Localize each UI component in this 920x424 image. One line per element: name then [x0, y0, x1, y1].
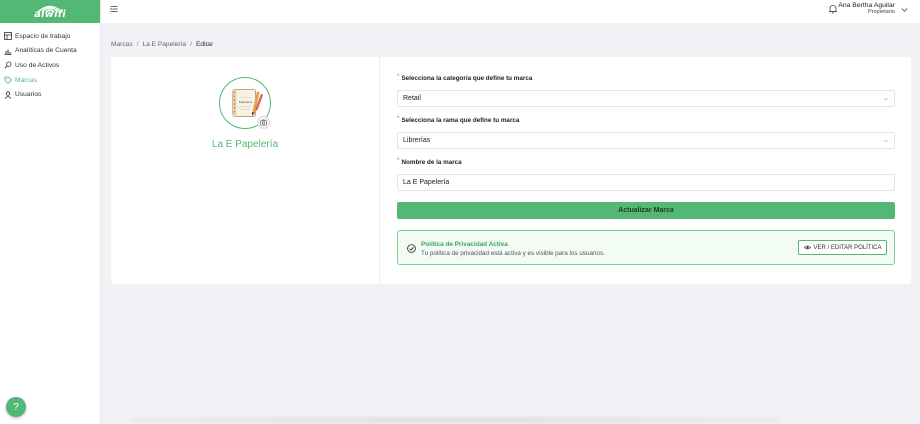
- branch-label: * Selecciona la rama que define tu marca: [397, 115, 520, 124]
- privacy-description: Tu política de privacidad está activa y …: [421, 250, 605, 257]
- user-name: Ana Bertha Aguilar: [838, 2, 895, 9]
- sidebar: aiwifi Espacio de trabajo Analíticas de …: [0, 0, 101, 424]
- privacy-title: Política de Privacidad Activa: [421, 241, 508, 248]
- sidebar-item-label: Analíticas de Cuenta: [15, 47, 77, 55]
- sidebar-item-label: Usuarios: [15, 91, 42, 99]
- branch-label-text: Selecciona la rama que define tu marca: [401, 117, 520, 124]
- card-divider: [379, 57, 380, 284]
- brand-name-input[interactable]: La E Papelería: [397, 174, 895, 191]
- user-role: Propietario: [867, 9, 895, 16]
- chevron-down-icon: [883, 97, 889, 101]
- bar-chart-icon: [3, 46, 12, 55]
- sidebar-nav: Espacio de trabajo Analíticas de Cuenta …: [0, 23, 100, 102]
- view-edit-policy-label: VER / EDITAR POLÍTICA: [813, 244, 882, 251]
- chevron-down-icon: [883, 139, 889, 143]
- brand-name-label-text: Nombre de la marca: [401, 159, 462, 166]
- brand-name-label: * Nombre de la marca: [397, 157, 462, 166]
- branch-select-value: Librerías: [403, 137, 431, 144]
- eye-icon: [803, 245, 811, 250]
- breadcrumb-separator: /: [190, 41, 192, 48]
- breadcrumb: Marcas / La E Papelería / Editar: [111, 41, 213, 48]
- camera-icon: [260, 119, 267, 126]
- check-circle-icon: [407, 244, 416, 253]
- sidebar-item-label: Uso de Activos: [15, 61, 60, 69]
- breadcrumb-brand[interactable]: La E Papelería: [142, 41, 186, 48]
- breadcrumb-marcas[interactable]: Marcas: [111, 41, 133, 48]
- edit-brand-card: Papelería La E Papelería * Selecciona la …: [111, 57, 911, 284]
- notification-bell-icon[interactable]: [828, 4, 838, 14]
- sidebar-item-label: Espacio de trabajo: [15, 32, 71, 40]
- view-edit-policy-button[interactable]: VER / EDITAR POLÍTICA: [798, 240, 887, 255]
- search-icon: [3, 61, 12, 70]
- sidebar-item-espacio-de-trabajo[interactable]: Espacio de trabajo: [0, 29, 100, 44]
- category-label: * Selecciona la categoría que define tu m…: [397, 73, 533, 82]
- avatar-caption: Papelería: [239, 100, 252, 104]
- category-label-text: Selecciona la categoría que define tu ma…: [401, 75, 533, 82]
- sidebar-item-analiticas[interactable]: Analíticas de Cuenta: [0, 44, 100, 59]
- branch-select[interactable]: Librerías: [397, 132, 895, 149]
- user-icon: [3, 90, 12, 99]
- breadcrumb-current: Editar: [195, 41, 214, 48]
- change-photo-button[interactable]: [257, 116, 270, 129]
- brand-name-input-value: La E Papelería: [403, 179, 450, 186]
- privacy-policy-banner: Política de Privacidad Activa Tu polític…: [397, 230, 895, 265]
- table-icon: [3, 32, 12, 41]
- sidebar-item-uso-de-activos[interactable]: Uso de Activos: [0, 58, 100, 73]
- sidebar-item-usuarios[interactable]: Usuarios: [0, 87, 100, 102]
- required-mark: *: [397, 157, 400, 164]
- help-button[interactable]: ?: [6, 397, 26, 417]
- update-brand-button[interactable]: Actualizar Marca: [397, 202, 895, 219]
- sidebar-item-label: Marcas: [15, 76, 37, 84]
- brand-name-display: La E Papelería: [211, 139, 279, 150]
- menu-toggle-icon[interactable]: [110, 5, 118, 13]
- wifi-logo-icon: [37, 5, 63, 13]
- category-select-value: Retail: [403, 95, 421, 102]
- footer-shadow: [130, 416, 780, 424]
- required-mark: *: [397, 73, 400, 80]
- category-select[interactable]: Retail: [397, 90, 895, 107]
- tag-icon: [3, 76, 12, 85]
- sidebar-item-marcas[interactable]: Marcas: [0, 73, 100, 88]
- breadcrumb-separator: /: [136, 41, 139, 48]
- topbar: Ana Bertha Aguilar Propietario: [101, 0, 920, 23]
- required-mark: *: [397, 115, 400, 122]
- user-menu[interactable]: Ana Bertha Aguilar Propietario: [838, 2, 895, 16]
- chevron-down-icon[interactable]: [901, 7, 908, 13]
- brand-logo[interactable]: aiwifi: [0, 0, 100, 23]
